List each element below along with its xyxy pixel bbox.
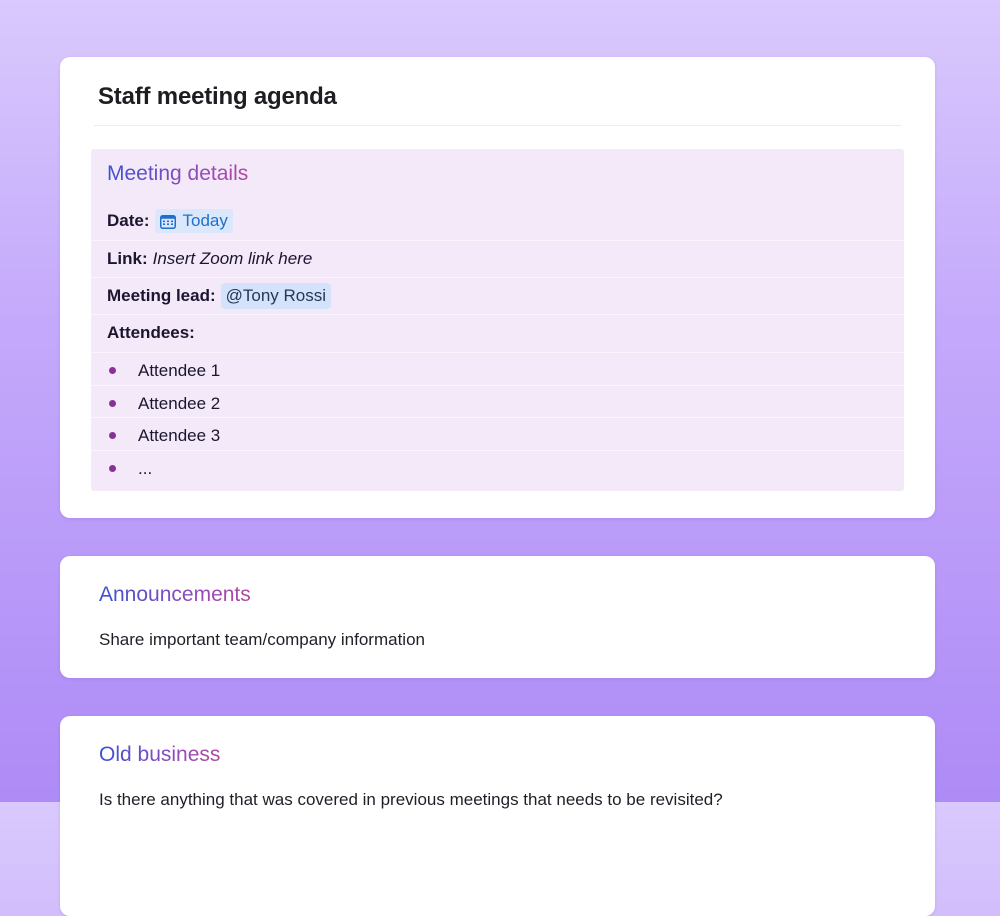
announcements-text: Share important team/company information [99,630,425,649]
attendee-more: ... [138,458,153,478]
attendee-2: Attendee 2 [138,393,221,413]
bullet-dot [109,367,116,374]
attendee-1: Attendee 1 [138,360,221,380]
meeting-details-panel: Meeting details Date: Today Link: Insert… [91,149,904,491]
meeting-lead-label: Meeting lead: [107,285,216,305]
bullet-dot [109,432,116,439]
list-item: Attendee 2 [91,385,904,421]
meeting-lead-row: Meeting lead: @Tony Rossi [91,277,904,313]
attendees-row: Attendees: [91,314,904,350]
calendar-icon [159,214,176,229]
link-row: Link: Insert Zoom link here [91,240,904,276]
list-item: Attendee 1 [91,352,904,388]
agenda-card: Staff meeting agenda Meeting details Dat… [60,57,935,518]
old-business-heading: Old business [99,743,221,766]
meeting-details-heading: Meeting details [107,162,249,185]
attendees-label: Attendees: [107,322,195,342]
date-value: Today [182,211,228,230]
announcements-heading: Announcements [99,583,251,606]
attendee-3: Attendee 3 [138,425,221,445]
bullet-dot [109,465,116,472]
date-label: Date: [107,211,150,230]
bullet-dot [109,400,116,407]
list-item: ... [91,450,904,486]
link-label: Link: [107,248,148,268]
date-row: Date: Today [91,203,904,239]
announcements-card: Announcements Share important team/compa… [60,556,935,678]
date-chip[interactable]: Today [154,209,233,233]
list-item: Attendee 3 [91,417,904,453]
link-value[interactable]: Insert Zoom link here [153,249,313,269]
old-business-card: Old business Is there anything that was … [60,716,935,916]
page-title: Staff meeting agenda [98,83,337,110]
title-divider [94,125,901,126]
meeting-lead-mention[interactable]: @Tony Rossi [220,282,332,309]
old-business-text: Is there anything that was covered in pr… [99,790,723,809]
